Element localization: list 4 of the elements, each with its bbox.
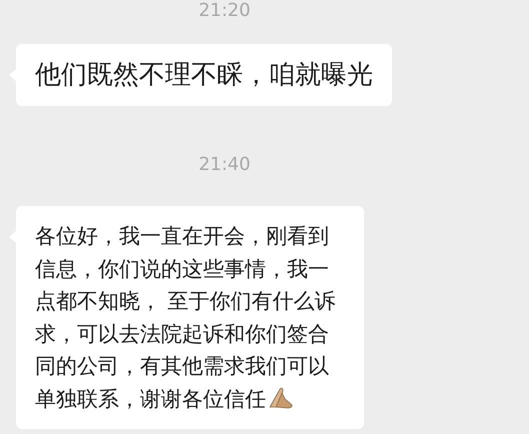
message-text: 他们既然不理不睬，咱就曝光 — [35, 59, 373, 92]
timestamp: 21:40 — [198, 154, 250, 176]
timestamp: 21:20 — [198, 0, 250, 22]
message-text: 各位好，我一直在开会，刚看到信息，你们说的这些事情，我一点都不知晓， 至于你们有什么诉求，可以去法院起诉和你们签合同的公司，有其他需求我们可以单独联系，谢谢各位信任 — [35, 223, 337, 412]
